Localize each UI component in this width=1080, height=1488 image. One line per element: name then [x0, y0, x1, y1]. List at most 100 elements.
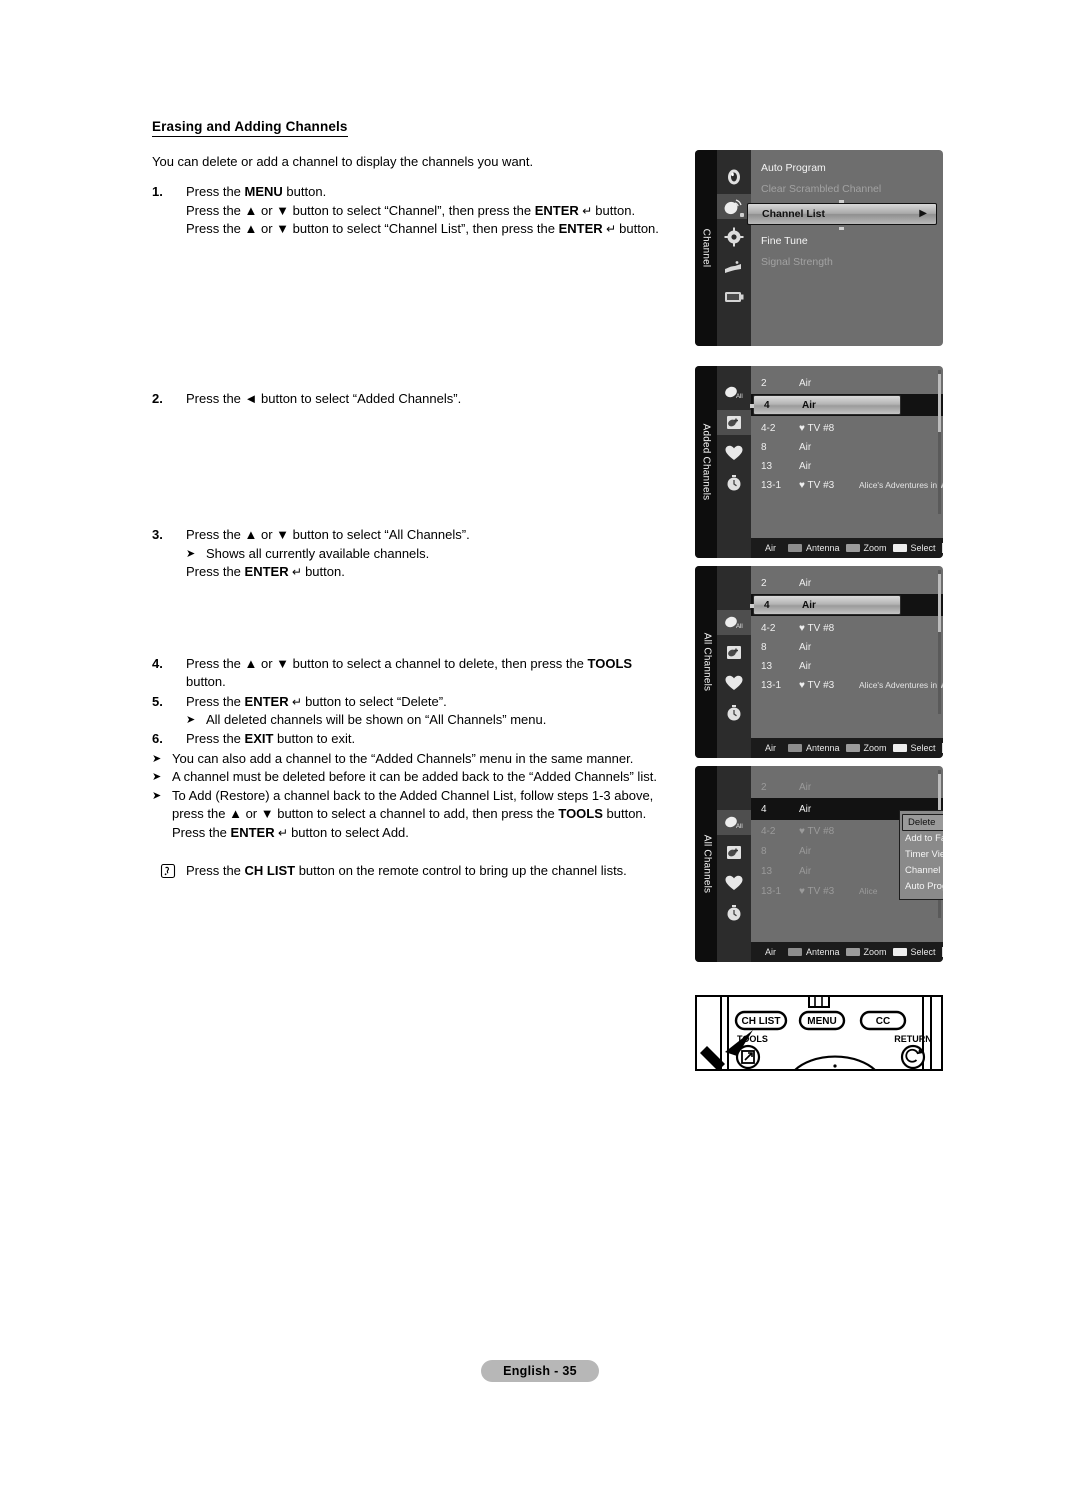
enter-button-label: ENTER: [534, 202, 579, 218]
channel-number: 13-1: [761, 680, 782, 691]
status-zoom[interactable]: Zoom: [845, 743, 887, 753]
status-select[interactable]: Select: [892, 947, 936, 957]
favorite-heart-icon[interactable]: [720, 670, 748, 695]
channel-name: Air: [799, 782, 812, 793]
chevron-right-icon: ▶: [919, 208, 927, 219]
note-2: ➤ A channel must be deleted before it ca…: [152, 768, 672, 786]
favorite-heart-icon[interactable]: [720, 440, 748, 465]
channel-name: ♥ TV #3: [799, 680, 835, 691]
osd-icon-column: [717, 150, 751, 346]
channel-number: 13-1: [761, 480, 782, 491]
status-antenna[interactable]: Antenna: [788, 743, 840, 753]
all-channels-icon[interactable]: All: [720, 380, 748, 405]
status-select-label: Select: [910, 947, 936, 957]
context-menu-item-channel-name-edit[interactable]: Channel Name Edit: [900, 863, 943, 879]
note-4-pre: Press the: [186, 863, 245, 879]
table-row[interactable]: 4-2 ♥ TV #8: [751, 419, 934, 438]
step-3: 3. Press the ▲ or ▼ button to select “Al…: [152, 526, 672, 581]
tools-key-icon: TOOLS: [941, 947, 943, 957]
menu-item-fine-tune[interactable]: Fine Tune: [751, 231, 808, 252]
table-row[interactable]: 2 Air: [751, 374, 934, 393]
table-row[interactable]: 8 Air: [751, 438, 934, 457]
status-select[interactable]: Select: [892, 743, 936, 753]
scrollbar[interactable]: [938, 370, 941, 514]
context-menu-item-auto-program[interactable]: Auto Program: [900, 879, 943, 895]
svg-text:All: All: [736, 394, 743, 400]
status-select[interactable]: Select: [892, 543, 936, 553]
osd-tab-label-all: All Channels: [701, 632, 713, 692]
favorite-heart-icon[interactable]: [720, 870, 748, 895]
menu-item-auto-program[interactable]: Auto Program: [751, 158, 826, 179]
table-row[interactable]: 13-1 ♥ TV #3 Alice's Adventures in Wonde…: [751, 676, 943, 695]
table-row[interactable]: 13 Air: [751, 657, 934, 676]
osd-tab-label-added: Added Channels: [700, 423, 712, 501]
channel-number: 4-2: [761, 623, 776, 634]
status-zoom-label: Zoom: [863, 947, 887, 957]
remote-control-illustration: CH LIST MENU CC TOOLS RETURN: [695, 992, 943, 1072]
step-1-line-1-post: button.: [282, 184, 327, 200]
scrollbar-thumb[interactable]: [938, 574, 941, 632]
channel-icon[interactable]: [717, 194, 751, 219]
step-3-line-3: Press the ENTER ↵ button.: [186, 563, 672, 581]
menu-item-signal-strength[interactable]: Signal Strength: [751, 252, 833, 273]
menu-item-channel-list[interactable]: Channel List ▶: [740, 203, 937, 225]
status-option[interactable]: TOOLSOption: [941, 743, 943, 753]
status-zoom[interactable]: Zoom: [845, 947, 887, 957]
status-option[interactable]: TOOLSOption: [941, 543, 943, 553]
osd-icon-column-2: All: [717, 366, 751, 558]
added-channels-icon[interactable]: [717, 410, 751, 435]
status-antenna[interactable]: Antenna: [788, 947, 840, 957]
enter-button-label-2: ENTER: [558, 221, 603, 237]
picture-icon[interactable]: [720, 164, 748, 189]
osd-tabstrip-added: Added Channels: [695, 366, 717, 558]
scrollbar[interactable]: [938, 570, 941, 714]
channel-name: Air: [799, 642, 812, 653]
enter-button-label-5: ENTER: [230, 824, 275, 840]
table-row[interactable]: 2 Air: [751, 574, 934, 593]
media-icon[interactable]: [720, 284, 748, 309]
input-source-icon[interactable]: [720, 254, 748, 279]
table-row-selected[interactable]: 4 Air: [750, 595, 901, 615]
table-row[interactable]: 4-2 ♥ TV #8: [751, 619, 934, 638]
table-row[interactable]: 8 Air: [751, 638, 934, 657]
step-5-bullet-text: All deleted channels will be shown on “A…: [206, 711, 547, 727]
osd-status-bar: Air Antenna Zoom Select TOOLSOption: [751, 538, 943, 558]
step-1-line-2: Press the ▲ or ▼ button to select “Chann…: [186, 202, 672, 220]
status-select-label: Select: [910, 743, 936, 753]
tools-key-icon: TOOLS: [941, 743, 943, 753]
step-3-bullet: ➤ Shows all currently available channels…: [186, 545, 672, 563]
status-zoom[interactable]: Zoom: [845, 543, 887, 553]
timer-clock-icon[interactable]: [720, 900, 748, 925]
context-menu-item-add-to-favorite[interactable]: Add to Favorite: [900, 831, 943, 847]
status-antenna[interactable]: Antenna: [788, 543, 840, 553]
table-row-selected[interactable]: 4 Air: [750, 395, 901, 415]
all-channels-icon[interactable]: All: [717, 610, 751, 635]
channel-number: 13: [761, 461, 773, 472]
context-menu-item-timer-viewing[interactable]: Timer Viewing: [900, 847, 943, 863]
channel-list-rows-all: 2 Air 4 Air 4-2 ♥ TV #8 8 Air 13 Air 13-…: [750, 566, 943, 738]
table-row[interactable]: 13 Air: [751, 457, 934, 476]
enter-return-icon-4: ↵: [288, 694, 302, 709]
timer-clock-icon[interactable]: [720, 470, 748, 495]
remote-control-svg: CH LIST MENU CC TOOLS RETURN: [695, 995, 943, 1071]
osd-status-bar: Air Antenna Zoom Select TOOLSOption: [751, 942, 943, 962]
status-option[interactable]: TOOLSOption: [941, 947, 943, 957]
timer-clock-icon[interactable]: [720, 700, 748, 725]
added-channels-icon[interactable]: [720, 840, 748, 865]
note-4: Press the CH LIST button on the remote c…: [160, 862, 672, 880]
context-menu-item-delete[interactable]: Delete: [902, 814, 943, 831]
step-4-number: 4.: [152, 655, 163, 671]
osd-menu-items: Auto Program Clear Scrambled Channel Cha…: [740, 150, 943, 346]
white-key-icon: [892, 948, 907, 956]
tools-context-menu: Delete Add to Favorite Timer Viewing Cha…: [899, 810, 943, 900]
setup-gear-icon[interactable]: [720, 224, 748, 249]
all-channels-icon[interactable]: All: [717, 810, 751, 835]
menu-item-clear-scrambled-channel[interactable]: Clear Scrambled Channel: [751, 179, 881, 200]
osd-channel-list-tools: 2 Air 4 Air 4-2 ♥ TV #8 8 Air 13 Air 13-…: [751, 766, 943, 962]
step-5-line-1-post: button to select “Delete”.: [301, 693, 447, 709]
table-row[interactable]: 13-1 ♥ TV #3 Alice's Adventures in Wonde…: [751, 476, 943, 495]
added-channels-icon[interactable]: [720, 640, 748, 665]
note-2-text: A channel must be deleted before it can …: [172, 769, 657, 785]
table-row[interactable]: 2 Air: [751, 778, 934, 797]
scrollbar-thumb[interactable]: [938, 374, 941, 432]
